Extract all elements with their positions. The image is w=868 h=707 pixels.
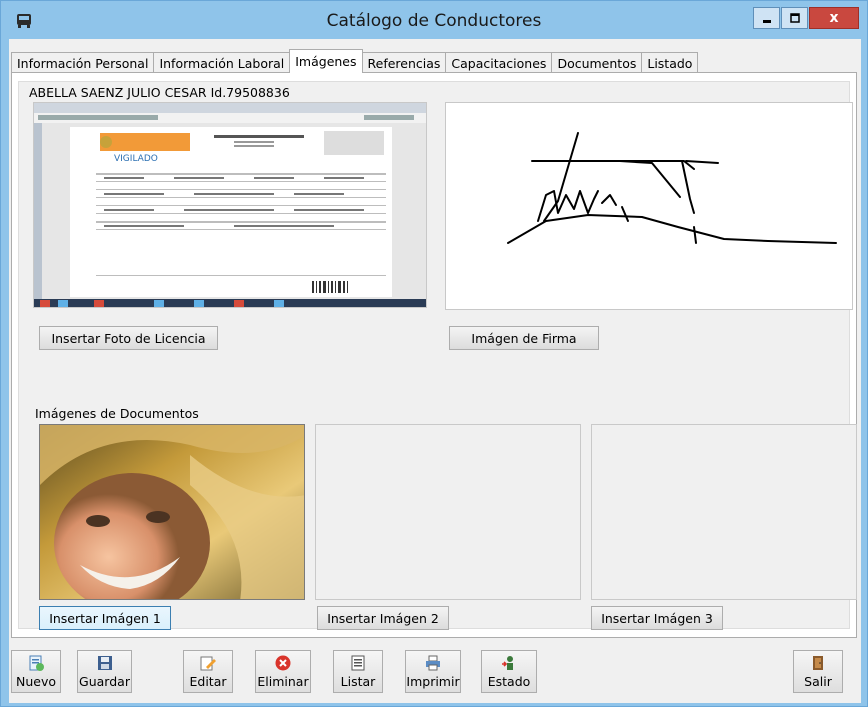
images-tab-panel: ABELLA SAENZ JULIO CESAR Id.79508836 VIG… bbox=[11, 72, 857, 638]
minimize-icon bbox=[762, 20, 771, 23]
document-image-3 bbox=[591, 424, 857, 600]
license-screenshot-image: VIGILADO bbox=[34, 103, 426, 307]
documents-section-label: Imágenes de Documentos bbox=[35, 406, 199, 421]
exit-door-icon bbox=[813, 656, 823, 670]
tab-imagenes[interactable]: Imágenes bbox=[289, 49, 363, 73]
salir-button[interactable]: Salir bbox=[793, 650, 843, 693]
eliminar-label: Eliminar bbox=[257, 674, 309, 689]
imprimir-label: Imprimir bbox=[406, 674, 460, 689]
estado-button[interactable]: Estado bbox=[481, 650, 537, 693]
close-button[interactable]: x bbox=[809, 7, 859, 29]
close-icon: x bbox=[829, 10, 839, 26]
edit-icon bbox=[200, 656, 216, 671]
tab-informacion-personal[interactable]: Información Personal bbox=[11, 52, 155, 73]
estado-label: Estado bbox=[487, 674, 531, 689]
document-image-1 bbox=[39, 424, 305, 600]
imprimir-button[interactable]: Imprimir bbox=[405, 650, 461, 693]
listar-button[interactable]: Listar bbox=[333, 650, 383, 693]
insert-image-2-button[interactable]: Insertar Imágen 2 bbox=[317, 606, 449, 630]
license-image: VIGILADO bbox=[33, 102, 427, 308]
eliminar-button[interactable]: Eliminar bbox=[255, 650, 311, 693]
nuevo-label: Nuevo bbox=[15, 674, 56, 689]
insert-image-3-button[interactable]: Insertar Imágen 3 bbox=[591, 606, 723, 630]
listar-label: Listar bbox=[340, 674, 376, 689]
delete-circle-icon bbox=[275, 655, 291, 671]
signature-image bbox=[445, 102, 853, 310]
tab-informacion-laboral[interactable]: Información Laboral bbox=[153, 52, 291, 73]
new-document-icon bbox=[29, 655, 44, 671]
tab-strip: Información Personal Información Laboral… bbox=[11, 49, 699, 73]
tab-listado[interactable]: Listado bbox=[641, 52, 699, 73]
editar-label: Editar bbox=[189, 674, 227, 689]
svg-text:VIGILADO: VIGILADO bbox=[114, 154, 158, 164]
minimize-button[interactable] bbox=[753, 7, 780, 29]
printer-icon bbox=[426, 655, 440, 671]
images-group: ABELLA SAENZ JULIO CESAR Id.79508836 VIG… bbox=[18, 81, 857, 630]
insert-image-1-button[interactable]: Insertar Imágen 1 bbox=[39, 606, 171, 630]
window-title: Catálogo de Conductores bbox=[326, 11, 542, 31]
document-image-2 bbox=[315, 424, 581, 600]
title-bar[interactable]: Catálogo de Conductores x bbox=[1, 1, 867, 39]
guardar-button[interactable]: Guardar bbox=[77, 650, 132, 693]
status-person-icon bbox=[502, 656, 513, 670]
salir-label: Salir bbox=[804, 674, 832, 689]
maximize-button[interactable] bbox=[781, 7, 808, 29]
main-window: Catálogo de Conductores x Información Pe… bbox=[0, 0, 868, 707]
nuevo-button[interactable]: Nuevo bbox=[11, 650, 61, 693]
guardar-label: Guardar bbox=[79, 674, 130, 689]
driver-heading: ABELLA SAENZ JULIO CESAR Id.79508836 bbox=[29, 85, 290, 100]
insert-license-photo-button[interactable]: Insertar Foto de Licencia bbox=[39, 326, 218, 350]
list-icon bbox=[351, 655, 365, 671]
signature-image-button[interactable]: Imágen de Firma bbox=[449, 326, 599, 350]
tab-capacitaciones[interactable]: Capacitaciones bbox=[445, 52, 553, 73]
tab-documentos[interactable]: Documentos bbox=[551, 52, 643, 73]
floppy-disk-icon bbox=[97, 656, 112, 670]
client-area: Información Personal Información Laboral… bbox=[9, 39, 861, 703]
signature-drawing bbox=[507, 132, 837, 244]
maximize-icon bbox=[789, 13, 800, 23]
editar-button[interactable]: Editar bbox=[183, 650, 233, 693]
portrait-photo-image bbox=[40, 425, 304, 599]
tab-referencias[interactable]: Referencias bbox=[361, 52, 447, 73]
